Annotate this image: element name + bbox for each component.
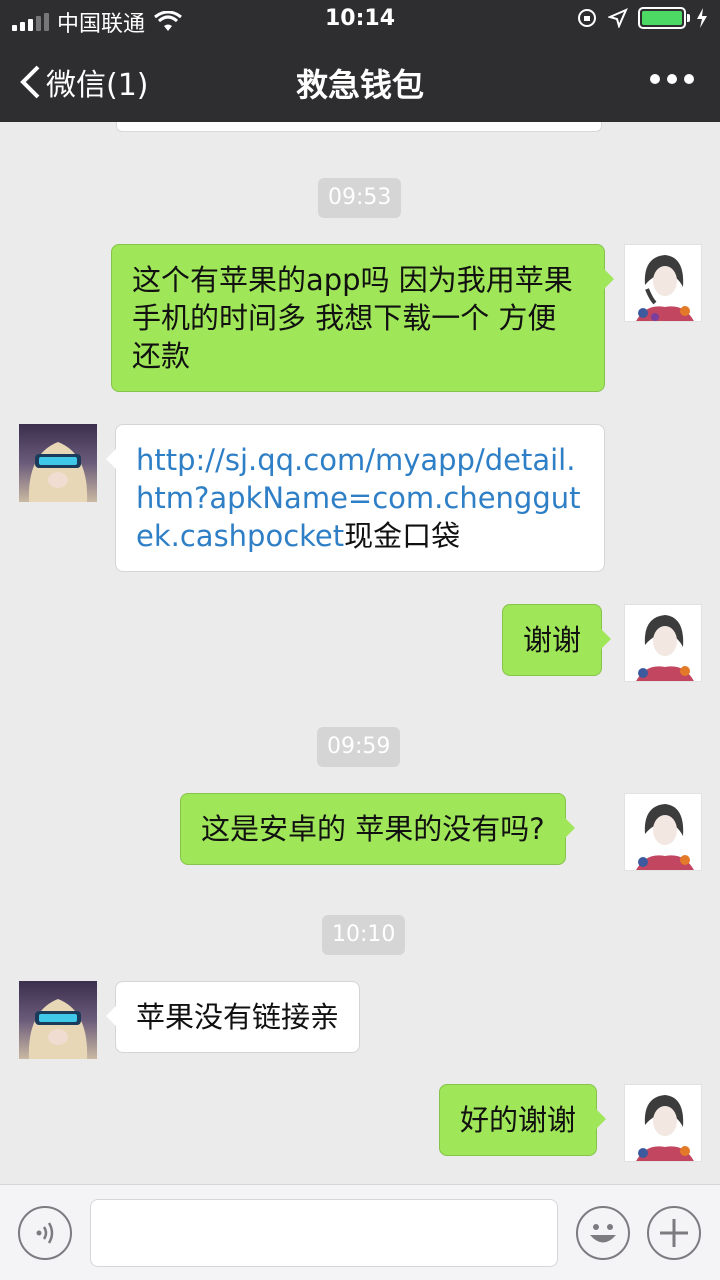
plus-icon	[660, 1219, 688, 1247]
contact-avatar[interactable]	[19, 424, 97, 502]
previous-message-bubble	[116, 122, 602, 132]
input-bar	[0, 1184, 720, 1280]
chat-area[interactable]: 09:53 这个有苹果的app吗 因为我用苹果手机的时间多 我想下载一个 方便还…	[0, 122, 720, 1184]
voice-icon	[36, 1222, 54, 1244]
emoji-icon	[590, 1224, 616, 1243]
my-avatar[interactable]	[624, 793, 702, 871]
more-dots-icon[interactable]	[650, 74, 694, 84]
emoji-button[interactable]	[576, 1206, 630, 1260]
sent-message-bubble[interactable]: 谢谢	[502, 604, 612, 676]
sent-message-bubble[interactable]: 这是安卓的 苹果的没有吗?	[180, 793, 575, 865]
girl-avatar-icon	[636, 255, 694, 321]
charging-icon	[697, 8, 707, 28]
my-avatar[interactable]	[624, 244, 702, 322]
cyber-girl-avatar-icon	[28, 999, 88, 1059]
girl-avatar-icon	[636, 615, 694, 681]
nav-bar: 微信(1) 救急钱包	[0, 40, 720, 122]
status-bar: 中国联通 10:14	[0, 0, 720, 40]
my-avatar[interactable]	[624, 604, 702, 682]
message-text: 现金口袋	[344, 519, 461, 553]
message-input[interactable]	[90, 1199, 558, 1267]
message-timestamp: 09:53	[318, 178, 402, 218]
message-timestamp: 09:59	[317, 727, 401, 767]
message-timestamp: 10:10	[322, 915, 406, 955]
rotation-lock-icon	[578, 9, 596, 27]
voice-button[interactable]	[18, 1206, 72, 1260]
battery-icon	[638, 7, 690, 29]
contact-avatar[interactable]	[19, 981, 97, 1059]
location-icon	[608, 8, 628, 28]
received-message-bubble[interactable]: 苹果没有链接亲	[105, 981, 361, 1053]
girl-avatar-icon	[636, 804, 694, 870]
plus-button[interactable]	[647, 1206, 701, 1260]
status-right	[576, 7, 708, 29]
my-avatar[interactable]	[624, 1084, 702, 1162]
cyber-girl-avatar-icon	[28, 442, 88, 502]
chat-title: 救急钱包	[295, 66, 424, 104]
sent-message-bubble[interactable]: 这个有苹果的app吗 因为我用苹果手机的时间多 我想下载一个 方便还款	[111, 244, 614, 392]
sent-message-bubble[interactable]: 好的谢谢	[439, 1084, 607, 1156]
received-message-bubble[interactable]: http://sj.qq.com/myapp/detail.htm?apkNam…	[106, 424, 605, 572]
girl-avatar-icon	[636, 1095, 694, 1161]
